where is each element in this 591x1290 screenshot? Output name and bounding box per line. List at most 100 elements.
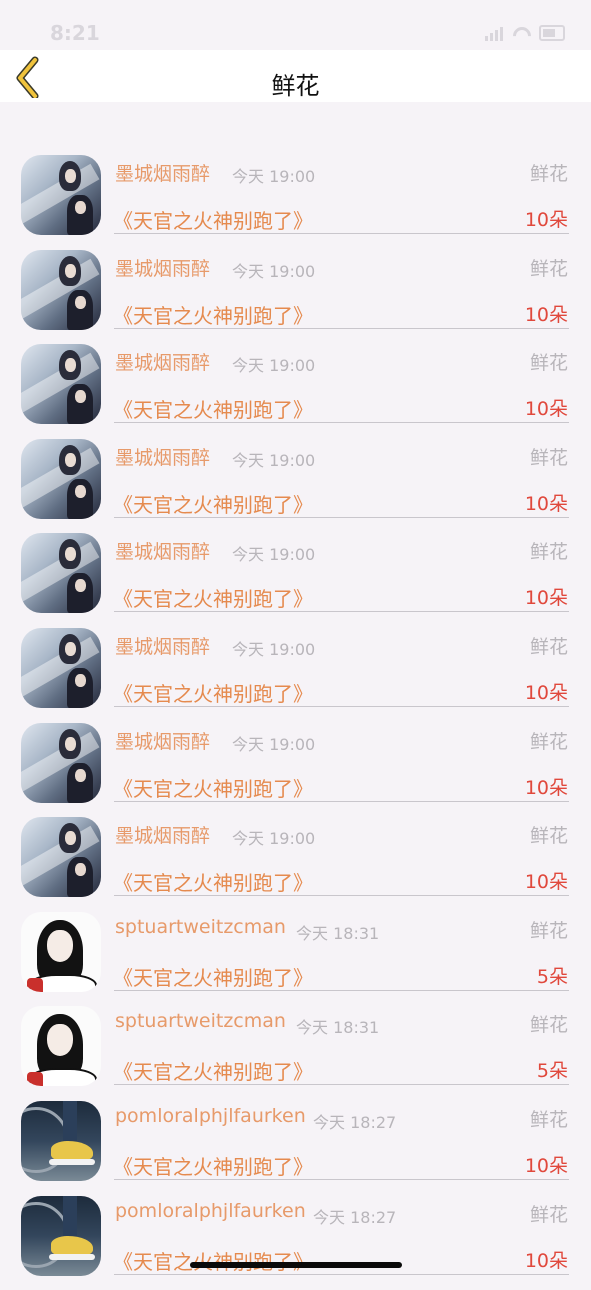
book-title: 《天官之火神别跑了》 bbox=[113, 398, 313, 423]
gift-type: 鲜花 bbox=[529, 446, 568, 469]
gift-quantity: 5朵 bbox=[536, 965, 568, 988]
anime-figures-avatar bbox=[21, 249, 101, 330]
book-title: 《天官之火神别跑了》 bbox=[113, 492, 313, 517]
timestamp: 今天 19:00 bbox=[232, 545, 316, 565]
book-title: 《天官之火神别跑了》 bbox=[113, 682, 313, 706]
gift-quantity: 10朵 bbox=[524, 398, 568, 421]
wifi-icon bbox=[513, 27, 531, 41]
list-item[interactable]: 墨城烟雨醉 今天 19:00 鲜花 《天官之火神别跑了》 10朵 bbox=[0, 249, 591, 345]
home-indicator[interactable] bbox=[190, 1262, 402, 1268]
sender-name: 墨城烟雨醉 bbox=[115, 825, 211, 848]
sender-name: 墨城烟雨醉 bbox=[115, 257, 211, 280]
gift-quantity: 10朵 bbox=[524, 209, 568, 231]
book-title: 《天官之火神别跑了》 bbox=[113, 1060, 313, 1085]
gift-quantity: 5朵 bbox=[536, 1060, 568, 1083]
timestamp: 今天 19:00 bbox=[232, 734, 316, 754]
gift-type: 鲜花 bbox=[529, 541, 568, 564]
sender-name: 墨城烟雨醉 bbox=[115, 446, 211, 469]
list-item[interactable]: 墨城烟雨醉 今天 19:00 鲜花《天官之火神别跑了》 10朵 bbox=[0, 817, 591, 912]
gift-type: 鲜花 bbox=[529, 352, 568, 375]
gift-type: 鲜花 bbox=[529, 730, 568, 753]
list-item[interactable]: 墨城烟雨醉 今天 19:00 鲜花 《天官之火神别跑了》 10朵 bbox=[0, 155, 591, 250]
anime-figures-avatar bbox=[21, 533, 101, 614]
sender-name: pomloralphjlfaurken bbox=[115, 1105, 306, 1127]
list-item[interactable]: pomloralphjlfaurken 今天 18:27 鲜花《天官之火神别跑了》 1… bbox=[0, 1101, 591, 1196]
list-item[interactable]: sptuartweitzcman 今天 18:31 鲜花《天官之火神别跑了》 5朵 bbox=[0, 1006, 591, 1101]
gift-type: 鲜花 bbox=[529, 1014, 568, 1037]
book-title: 《天官之火神别跑了》 bbox=[113, 303, 313, 328]
nav-bar: 鲜花 bbox=[0, 50, 591, 102]
gift-quantity: 10朵 bbox=[524, 682, 568, 704]
list-item[interactable]: 墨城烟雨醉 今天 19:00 鲜花《天官之火神别跑了》 10朵 bbox=[0, 438, 591, 534]
book-title: 《天官之火神别跑了》 bbox=[113, 871, 313, 896]
sender-name: sptuartweitzcman bbox=[115, 1010, 286, 1033]
list-item[interactable]: pomloralphjlfaurken 今天 18:27 鲜花《天官之火神别跑了》 1… bbox=[0, 1195, 591, 1290]
gift-quantity: 10朵 bbox=[524, 871, 568, 894]
row-divider bbox=[114, 1273, 569, 1275]
list-item[interactable]: 墨城烟雨醉 今天 19:00 鲜花《天官之火神别跑了》 10朵 bbox=[0, 722, 591, 818]
gift-quantity: 10朵 bbox=[524, 1155, 568, 1177]
girl-illustration-avatar bbox=[21, 911, 101, 992]
row-divider bbox=[114, 233, 569, 234]
row-divider bbox=[114, 422, 569, 424]
book-title: 《天官之火神别跑了》 bbox=[113, 1246, 313, 1275]
gift-type: 鲜花 bbox=[529, 1203, 568, 1226]
sender-name: pomloralphjlfaurken bbox=[115, 1199, 306, 1222]
battery-icon bbox=[539, 25, 565, 41]
gift-type: 鲜花 bbox=[529, 257, 568, 280]
signal-icon bbox=[485, 27, 505, 41]
anime-figures-avatar bbox=[21, 817, 101, 898]
anime-figures-avatar bbox=[21, 438, 101, 519]
book-title: 《天官之火神别跑了》 bbox=[113, 965, 313, 990]
row-divider bbox=[114, 800, 569, 802]
timestamp: 今天 19:00 bbox=[232, 640, 316, 659]
timestamp: 今天 19:00 bbox=[232, 829, 316, 849]
list-item[interactable]: sptuartweitzcman 今天 18:31 鲜花《天官之火神别跑了》 5朵 bbox=[0, 911, 591, 1007]
timestamp: 今天 19:00 bbox=[232, 356, 316, 376]
book-title: 《天官之火神别跑了》 bbox=[113, 587, 313, 612]
row-divider bbox=[114, 327, 569, 329]
gift-type: 鲜花 bbox=[529, 636, 568, 658]
timestamp: 今天 18:31 bbox=[296, 923, 380, 943]
row-divider bbox=[114, 611, 569, 613]
row-divider bbox=[114, 1084, 569, 1086]
gift-list: 《天官之火神别跑了》10朵墨城烟雨醉今天 19:00鲜花《天官之火神别跑了》10… bbox=[0, 0, 591, 1280]
sneaker-photo-avatar bbox=[21, 1195, 101, 1276]
gift-quantity: 10朵 bbox=[524, 587, 568, 610]
anime-figures-avatar bbox=[21, 344, 101, 425]
book-title: 《天官之火神别跑了》 bbox=[113, 776, 313, 801]
row-divider bbox=[114, 1179, 569, 1180]
book-title: 《天官之火神别跑了》 bbox=[113, 1155, 313, 1179]
gift-type: 鲜花 bbox=[529, 825, 568, 848]
status-icons bbox=[485, 25, 565, 41]
sender-name: 墨城烟雨醉 bbox=[115, 352, 211, 375]
list-item[interactable]: 墨城烟雨醉 今天 19:00 鲜花《天官之火神别跑了》 10朵 bbox=[0, 533, 591, 628]
anime-figures-avatar bbox=[21, 628, 101, 708]
anime-figures-avatar bbox=[21, 722, 101, 803]
sender-name: 墨城烟雨醉 bbox=[115, 541, 211, 564]
girl-illustration-avatar bbox=[21, 1006, 101, 1087]
status-bar: 8:21 bbox=[0, 0, 591, 50]
row-divider bbox=[114, 989, 569, 991]
gift-quantity: 10朵 bbox=[524, 492, 568, 515]
timestamp: 今天 19:00 bbox=[232, 167, 316, 186]
book-title: 《天官之火神别跑了》 bbox=[113, 209, 313, 233]
row-divider bbox=[114, 516, 569, 518]
timestamp: 今天 18:27 bbox=[313, 1113, 397, 1132]
gift-quantity: 10朵 bbox=[524, 1249, 568, 1272]
status-time: 8:21 bbox=[50, 21, 100, 45]
row-divider bbox=[114, 706, 569, 707]
timestamp: 今天 19:00 bbox=[232, 450, 316, 470]
gift-quantity: 10朵 bbox=[524, 776, 568, 799]
page-title: 鲜花 bbox=[271, 72, 320, 100]
sender-name: 墨城烟雨醉 bbox=[115, 730, 211, 753]
anime-figures-avatar bbox=[21, 155, 101, 235]
list-item[interactable]: 墨城烟雨醉 今天 19:00 鲜花 《天官之火神别跑了》 10朵 bbox=[0, 628, 591, 723]
gift-type: 鲜花 bbox=[529, 919, 568, 942]
sneaker-photo-avatar bbox=[21, 1101, 101, 1181]
sender-name: sptuartweitzcman bbox=[115, 915, 286, 938]
timestamp: 今天 18:31 bbox=[296, 1018, 380, 1038]
sender-name: 墨城烟雨醉 bbox=[115, 163, 211, 185]
list-item[interactable]: 墨城烟雨醉 今天 19:00 鲜花《天官之火神别跑了》 10朵 bbox=[0, 344, 591, 439]
timestamp: 今天 19:00 bbox=[232, 261, 316, 281]
